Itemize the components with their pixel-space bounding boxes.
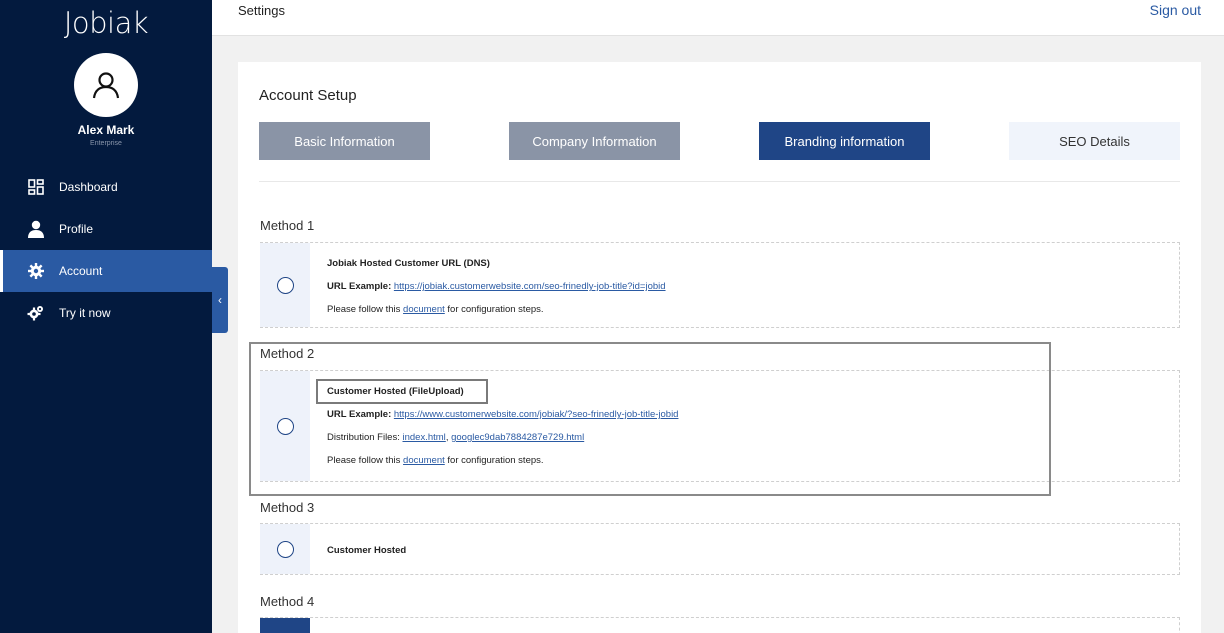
follow-text-end: for configuration steps. — [447, 304, 544, 315]
method-2-radio[interactable] — [276, 417, 294, 435]
method-2-document-link[interactable]: document — [403, 455, 445, 466]
method-2-distribution-row: Distribution Files: index.html, googlec9… — [327, 432, 584, 443]
method-4-label: Method 4 — [260, 594, 315, 609]
tab-company-information[interactable]: Company Information — [509, 122, 680, 160]
sidebar: Jobiak Alex Mark Enterprise Dashboard Pr… — [0, 0, 212, 633]
sign-out-link[interactable]: Sign out — [1150, 2, 1201, 18]
card-title: Account Setup — [259, 87, 357, 104]
avatar — [74, 53, 138, 117]
user-icon — [27, 220, 45, 238]
method-3-option: Customer Hosted — [260, 523, 1180, 575]
sidebar-item-try-it-now[interactable]: Try it now — [0, 292, 212, 334]
method-2-follow-row: Please follow this document for configur… — [327, 455, 544, 466]
chevron-left-icon: ‹ — [218, 293, 222, 307]
tab-branding-information[interactable]: Branding information — [759, 122, 930, 160]
method-2-title: Customer Hosted (FileUpload) — [327, 386, 464, 397]
method-3-label: Method 3 — [260, 500, 315, 515]
method-1-option: Jobiak Hosted Customer URL (DNS) URL Exa… — [260, 242, 1180, 328]
sidebar-item-label: Profile — [59, 222, 94, 236]
method-1-url-link[interactable]: https://jobiak.customerwebsite.com/seo-f… — [394, 281, 666, 292]
method-1-label: Method 1 — [260, 218, 315, 233]
user-avatar-icon — [92, 72, 120, 99]
method-2-label: Method 2 — [260, 346, 315, 361]
top-header: Settings Sign out — [212, 0, 1224, 36]
radio-column — [260, 243, 310, 327]
method-3-radio[interactable] — [276, 540, 294, 558]
gears-icon — [27, 304, 45, 322]
divider — [259, 181, 1180, 182]
tab-basic-information[interactable]: Basic Information — [259, 122, 430, 160]
tab-seo-details[interactable]: SEO Details — [1009, 122, 1180, 160]
follow-text: Please follow this — [327, 455, 401, 466]
google-verification-file-link[interactable]: googlec9dab7884287e729.html — [451, 432, 584, 443]
method-4-option — [260, 617, 1180, 633]
radio-column — [260, 524, 310, 574]
url-label: URL Example: — [327, 281, 392, 292]
sidebar-item-label: Account — [59, 264, 103, 278]
jobiak-logo: Jobiak — [63, 6, 149, 40]
follow-text-end: for configuration steps. — [447, 455, 544, 466]
method-1-radio[interactable] — [276, 276, 294, 294]
method-1-follow-row: Please follow this document for configur… — [327, 304, 544, 315]
sidebar-item-label: Dashboard — [59, 180, 118, 194]
gear-icon — [27, 262, 45, 280]
sidebar-item-dashboard[interactable]: Dashboard — [0, 166, 212, 208]
follow-text: Please follow this — [327, 304, 401, 315]
method-1-url-row: URL Example: https://jobiak.customerwebs… — [327, 281, 666, 292]
radio-column-selected[interactable] — [260, 618, 310, 633]
user-name: Alex Mark — [77, 123, 135, 137]
sidebar-item-account[interactable]: Account — [0, 250, 212, 292]
method-2-url-link[interactable]: https://www.customerwebsite.com/jobiak/?… — [394, 409, 679, 420]
method-2-url-row: URL Example: https://www.customerwebsite… — [327, 409, 678, 420]
distribution-label: Distribution Files: — [327, 432, 400, 443]
account-setup-card: Account Setup Basic Information Company … — [238, 62, 1201, 633]
page-title: Settings — [238, 3, 285, 18]
method-1-title: Jobiak Hosted Customer URL (DNS) — [327, 258, 490, 269]
sidebar-nav: Dashboard Profile Account Try it now — [0, 166, 212, 334]
sidebar-collapse-button[interactable]: ‹ — [212, 267, 228, 333]
separator: , — [445, 432, 449, 443]
sidebar-item-profile[interactable]: Profile — [0, 208, 212, 250]
method-1-document-link[interactable]: document — [403, 304, 445, 315]
index-html-link[interactable]: index.html — [403, 432, 446, 443]
user-role: Enterprise — [90, 140, 122, 147]
url-label: URL Example: — [327, 409, 392, 420]
dashboard-icon — [27, 178, 45, 196]
method-3-title: Customer Hosted — [327, 545, 407, 556]
radio-column — [260, 371, 310, 481]
method-2-option: Customer Hosted (FileUpload) URL Example… — [260, 370, 1180, 482]
sidebar-item-label: Try it now — [59, 306, 111, 320]
